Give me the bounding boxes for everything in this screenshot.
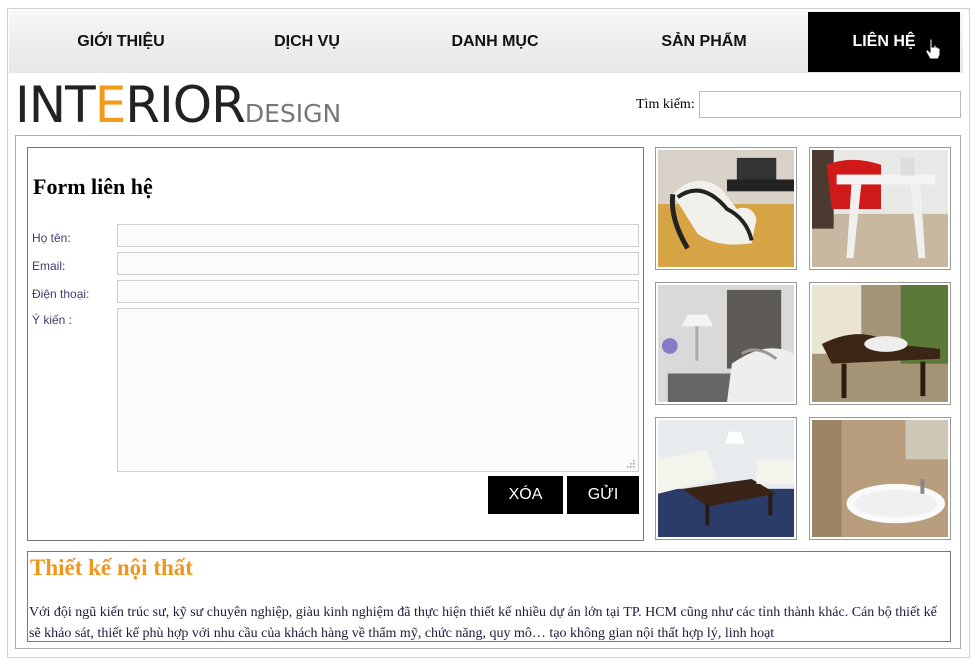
- gallery-image-white-chair[interactable]: [655, 147, 797, 270]
- comment-label: Ý kiến :: [32, 313, 73, 327]
- email-label: Email:: [32, 259, 66, 273]
- search-input[interactable]: [699, 91, 961, 118]
- site-logo[interactable]: INTERIORDESIGN: [15, 80, 341, 130]
- phone-label: Điện thoại:: [32, 287, 90, 301]
- about-title: Thiết kế nội thất: [30, 555, 193, 580]
- form-title: Form liên hệ: [33, 174, 153, 199]
- search-label: Tìm kiếm:: [636, 97, 695, 112]
- hand-cursor-icon: [925, 38, 941, 60]
- reset-button[interactable]: XÓA: [488, 476, 563, 514]
- gallery-image-living-room[interactable]: [655, 417, 797, 540]
- comment-textarea[interactable]: [117, 308, 639, 472]
- email-field[interactable]: [117, 252, 639, 275]
- resize-grip-icon[interactable]: [625, 458, 635, 468]
- nav-item-dich-vu[interactable]: DỊCH VỤ: [219, 11, 395, 73]
- name-field[interactable]: [117, 224, 639, 247]
- phone-field[interactable]: [117, 280, 639, 303]
- name-label: Họ tên:: [32, 231, 71, 245]
- main-nav: GIỚI THIỆU DỊCH VỤ DANH MỤC SẢN PHẨM LIÊ…: [9, 11, 963, 73]
- gallery-image-red-chair-table[interactable]: [809, 147, 951, 270]
- nav-item-gioi-thieu[interactable]: GIỚI THIỆU: [23, 11, 219, 73]
- gallery-image-bathtub[interactable]: [809, 417, 951, 540]
- nav-item-san-pham[interactable]: SẢN PHẨM: [595, 11, 813, 73]
- submit-button[interactable]: GỬI: [567, 476, 639, 514]
- gallery-image-wooden-chair-window[interactable]: [809, 282, 951, 405]
- gallery-image-bedroom-lamp[interactable]: [655, 282, 797, 405]
- about-text: Với đội ngũ kiến trúc sư, kỹ sư chuyên n…: [29, 605, 937, 641]
- nav-item-danh-muc[interactable]: DANH MỤC: [395, 11, 595, 73]
